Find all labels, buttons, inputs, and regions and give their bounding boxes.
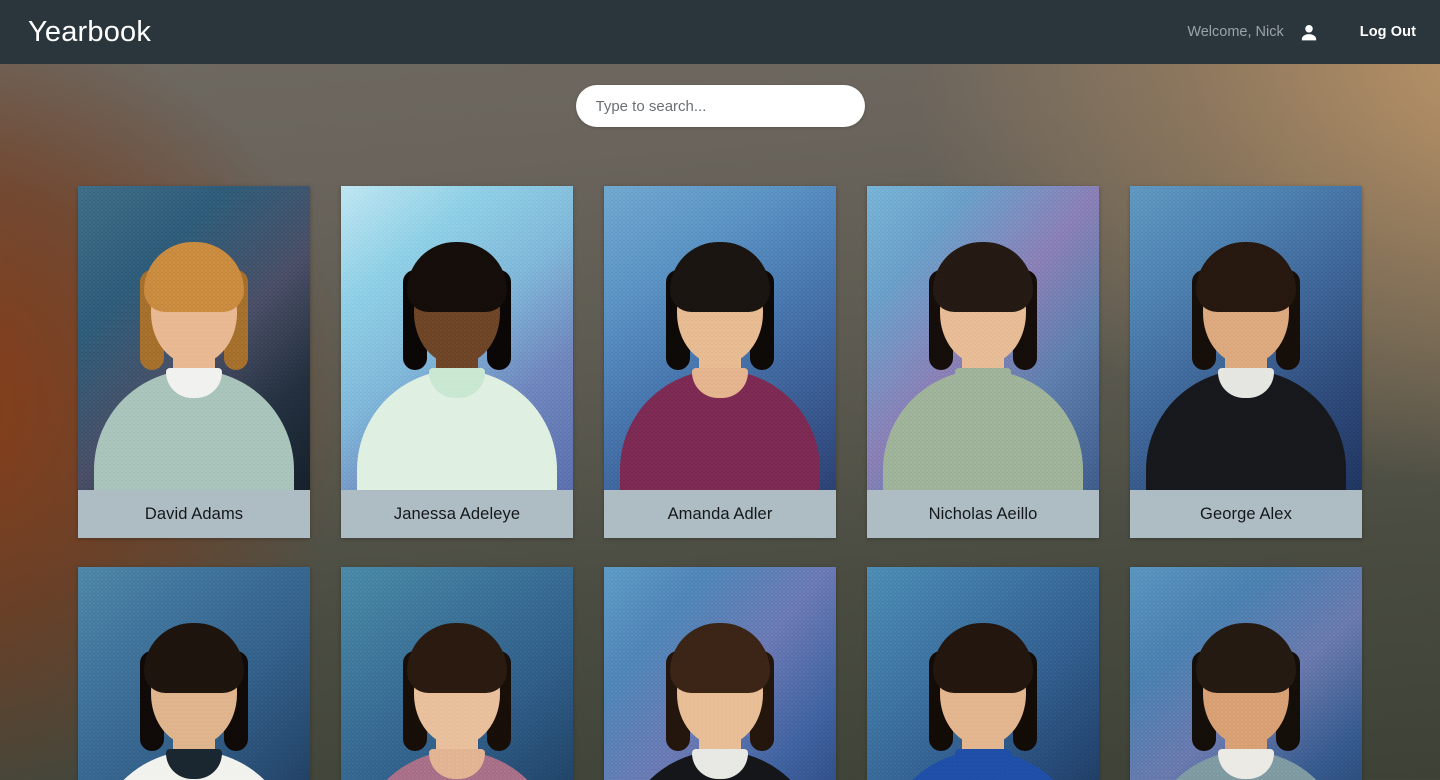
student-photo[interactable] [78, 567, 310, 780]
student-name-bar: David Adams [78, 490, 310, 538]
student-photo[interactable] [867, 186, 1099, 490]
logout-button[interactable]: Log Out [1360, 24, 1416, 40]
student-card[interactable]: Janessa Adeleye [341, 186, 573, 538]
photo-grain-overlay [604, 186, 836, 490]
welcome-text: Welcome, Nick [1187, 24, 1284, 40]
student-card[interactable]: George Alex [1130, 186, 1362, 538]
student-photo[interactable] [604, 186, 836, 490]
student-name: Amanda Adler [667, 504, 773, 523]
photo-grain-overlay [867, 567, 1099, 780]
student-name-bar: Amanda Adler [604, 490, 836, 538]
student-name: George Alex [1200, 504, 1292, 523]
student-card[interactable] [78, 567, 310, 780]
photo-grain-overlay [1130, 186, 1362, 490]
photo-grain-overlay [1130, 567, 1362, 780]
student-photo[interactable] [867, 567, 1099, 780]
student-card[interactable] [867, 567, 1099, 780]
student-photo[interactable] [341, 186, 573, 490]
student-name: Nicholas Aeillo [928, 504, 1038, 523]
student-card[interactable] [604, 567, 836, 780]
search-input[interactable] [575, 85, 865, 127]
photo-grain-overlay [78, 186, 310, 490]
navbar-right-group: Welcome, Nick Log Out [1187, 21, 1416, 43]
student-card[interactable]: Amanda Adler [604, 186, 836, 538]
photo-grain-overlay [78, 567, 310, 780]
student-photo[interactable] [341, 567, 573, 780]
photo-grain-overlay [867, 186, 1099, 490]
student-grid: David Adams Janessa Adeleye Amanda Adler… [78, 186, 1363, 780]
search-bar-container [0, 85, 1440, 127]
student-card[interactable] [341, 567, 573, 780]
student-card[interactable] [1130, 567, 1362, 780]
student-name-bar: Janessa Adeleye [341, 490, 573, 538]
student-photo[interactable] [1130, 186, 1362, 490]
photo-grain-overlay [341, 567, 573, 780]
student-name: Janessa Adeleye [393, 504, 521, 523]
photo-grain-overlay [604, 567, 836, 780]
student-photo[interactable] [1130, 567, 1362, 780]
student-card[interactable]: Nicholas Aeillo [867, 186, 1099, 538]
student-photo[interactable] [604, 567, 836, 780]
navbar: Yearbook Welcome, Nick Log Out [0, 0, 1440, 64]
student-name: David Adams [144, 504, 244, 523]
student-name-bar: Nicholas Aeillo [867, 490, 1099, 538]
person-icon [1298, 22, 1320, 44]
app-title: Yearbook [28, 15, 152, 48]
student-name-bar: George Alex [1130, 490, 1362, 538]
student-photo[interactable] [78, 186, 310, 490]
student-card[interactable]: David Adams [78, 186, 310, 538]
photo-grain-overlay [341, 186, 573, 490]
